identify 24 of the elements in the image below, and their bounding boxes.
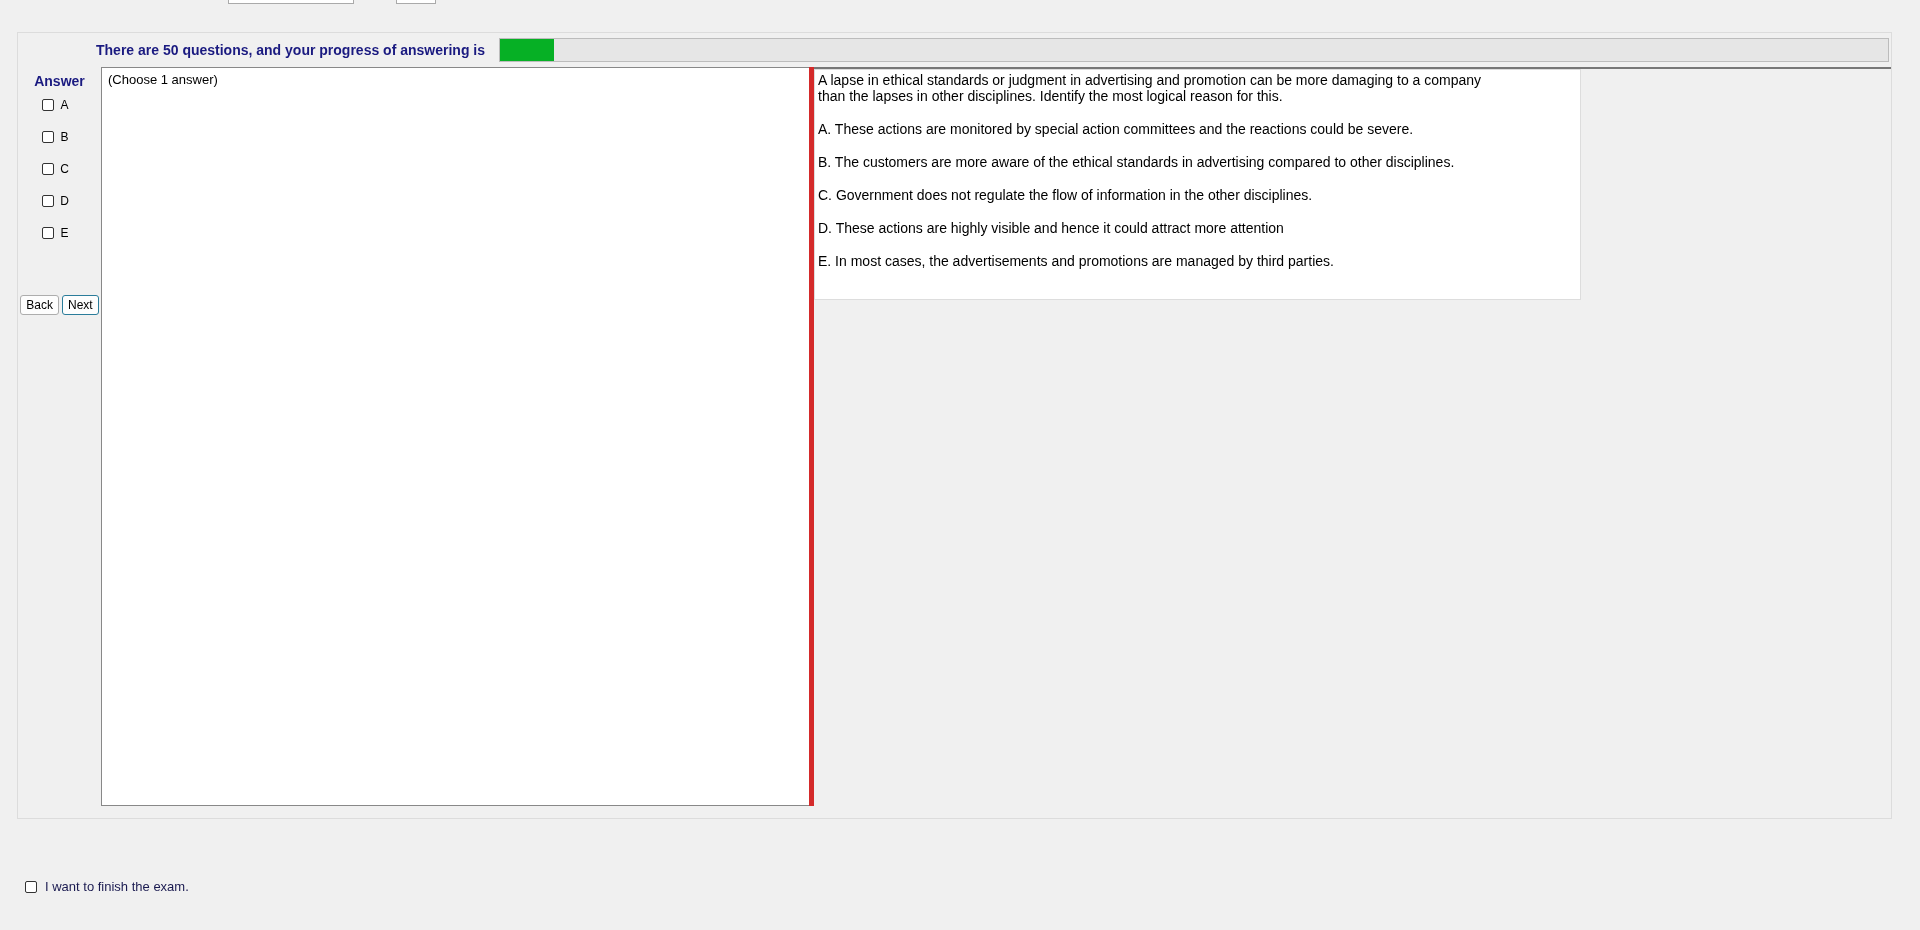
question-text: A lapse in ethical standards or judgment in advertising and promotion can be more damaging to a company [818, 72, 1483, 88]
back-button[interactable]: Back [20, 295, 59, 315]
answer-title: Answer [34, 73, 85, 89]
choice-text: E. In most cases, the advertisements and promotions are managed by third parties. [818, 253, 1335, 269]
option-label: D [60, 194, 69, 208]
finish-label: I want to finish the exam. [45, 879, 189, 894]
answer-checkbox[interactable] [42, 227, 55, 239]
choice-text: D. These actions are highly visible and hence it could attract more attention [818, 220, 1285, 236]
option-label: C [60, 162, 69, 176]
answer-checkbox[interactable] [42, 131, 55, 143]
choice-text: C. Government does not regulate the flow of information in the other disciplines. [818, 187, 1314, 203]
option-label: B [60, 130, 69, 144]
finish-checkbox[interactable] [25, 880, 37, 893]
answer-checkbox[interactable] [42, 163, 55, 175]
progress-label: There are 50 questions, and your progress of answering is [96, 42, 485, 58]
choice-text: B. The customers are more aware of the ethical standards in advertising compared to other disciplines. [818, 154, 1456, 170]
answer-checkbox[interactable] [42, 195, 55, 207]
next-button[interactable]: Next [62, 295, 99, 315]
option-label: A [60, 98, 69, 112]
answer-checkbox[interactable] [42, 99, 55, 111]
choice-text: A. These actions are monitored by special action committees and the reactions could be severe. [818, 121, 1415, 137]
option-label: E [60, 226, 69, 240]
question-text: than the lapses in other disciplines. Identify the most logical reason for this. [818, 88, 1284, 104]
answer-hint: (Choose 1 answer) [108, 72, 218, 87]
